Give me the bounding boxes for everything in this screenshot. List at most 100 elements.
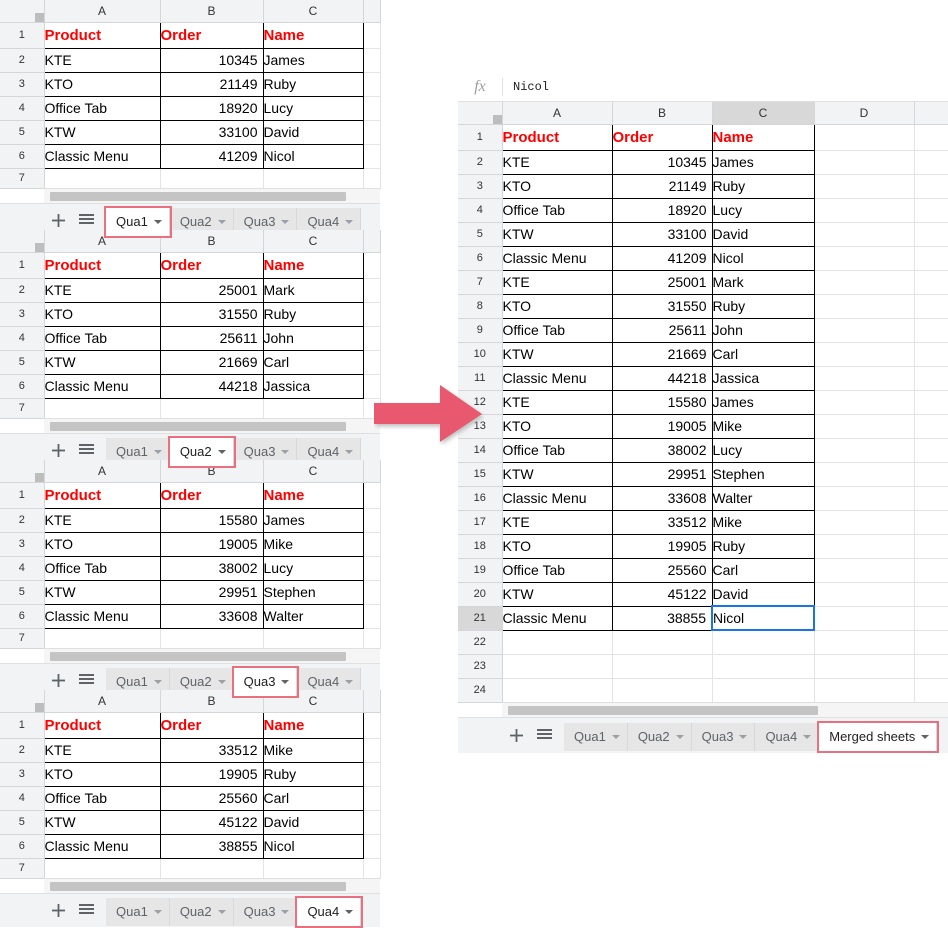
cell-d7[interactable] bbox=[363, 628, 380, 648]
cell-b7[interactable] bbox=[160, 168, 263, 188]
cell-d24[interactable] bbox=[814, 678, 914, 702]
cell-a6[interactable]: Classic Menu bbox=[44, 374, 160, 398]
cell-d4[interactable] bbox=[363, 786, 380, 810]
table-row[interactable]: 17KTE33512Mike bbox=[458, 510, 948, 534]
cell-d13[interactable] bbox=[814, 414, 914, 438]
cell-c1[interactable]: Name bbox=[712, 124, 814, 150]
sheet-tab-qua4[interactable]: Qua4 bbox=[755, 723, 819, 751]
cell-c5[interactable]: David bbox=[712, 222, 814, 246]
table-row[interactable]: 3KTO31550Ruby bbox=[0, 302, 380, 326]
cell-c9[interactable]: John bbox=[712, 318, 814, 342]
cell-e23[interactable] bbox=[914, 654, 948, 678]
cell-c11[interactable]: Jassica bbox=[712, 366, 814, 390]
column-header-e-partial[interactable] bbox=[914, 102, 948, 124]
row-header[interactable]: 1 bbox=[458, 124, 502, 150]
cell-d7[interactable] bbox=[363, 858, 380, 878]
table-row[interactable]: 2KTE10345James bbox=[0, 48, 380, 72]
row-header[interactable]: 7 bbox=[0, 628, 44, 648]
cell-c14[interactable]: Lucy bbox=[712, 438, 814, 462]
cell-e20[interactable] bbox=[914, 582, 948, 606]
cell-c22[interactable] bbox=[712, 630, 814, 654]
row-header[interactable]: 20 bbox=[458, 582, 502, 606]
column-header-a[interactable]: A bbox=[44, 0, 160, 22]
cell-a16[interactable]: Classic Menu bbox=[502, 486, 612, 510]
cell-a1[interactable]: Product bbox=[502, 124, 612, 150]
table-row[interactable]: 6Classic Menu38855Nicol bbox=[0, 834, 380, 858]
cell-d2[interactable] bbox=[363, 278, 380, 302]
row-header[interactable]: 3 bbox=[458, 174, 502, 198]
row-header[interactable]: 8 bbox=[458, 294, 502, 318]
cell-a5[interactable]: KTW bbox=[502, 222, 612, 246]
cell-a23[interactable] bbox=[502, 654, 612, 678]
cell-a12[interactable]: KTE bbox=[502, 390, 612, 414]
table-row[interactable]: 2KTE10345James bbox=[458, 150, 948, 174]
chevron-down-icon[interactable] bbox=[676, 735, 684, 739]
sheet-tab-qua1[interactable]: Qua1 bbox=[106, 208, 170, 236]
table-row[interactable]: 1ProductOrderName bbox=[458, 124, 948, 150]
cell-d3[interactable] bbox=[814, 174, 914, 198]
cell-e6[interactable] bbox=[914, 246, 948, 270]
cell-a1[interactable]: Product bbox=[44, 712, 160, 738]
cell-b5[interactable]: 33100 bbox=[612, 222, 712, 246]
spreadsheet-grid[interactable]: ABC1ProductOrderName2KTE10345James3KTO21… bbox=[0, 0, 381, 189]
row-header[interactable]: 21 bbox=[458, 606, 502, 630]
cell-c7[interactable] bbox=[263, 628, 363, 648]
table-row[interactable]: 10KTW21669Carl bbox=[458, 342, 948, 366]
row-header[interactable]: 2 bbox=[458, 150, 502, 174]
row-header[interactable]: 7 bbox=[0, 168, 44, 188]
table-row[interactable]: 7KTE25001Mark bbox=[458, 270, 948, 294]
column-header-c[interactable]: C bbox=[712, 102, 814, 124]
cell-a21[interactable]: Classic Menu bbox=[502, 606, 612, 630]
cell-c6[interactable]: Jassica bbox=[263, 374, 363, 398]
cell-d5[interactable] bbox=[363, 580, 380, 604]
cell-b7[interactable] bbox=[160, 398, 263, 418]
cell-c6[interactable]: Nicol bbox=[712, 246, 814, 270]
table-row[interactable]: 8KTO31550Ruby bbox=[458, 294, 948, 318]
row-header[interactable]: 7 bbox=[0, 398, 44, 418]
cell-d12[interactable] bbox=[814, 390, 914, 414]
select-all-corner[interactable] bbox=[0, 230, 44, 252]
chevron-down-icon[interactable] bbox=[154, 450, 162, 454]
cell-a2[interactable]: KTE bbox=[44, 278, 160, 302]
cell-a5[interactable]: KTW bbox=[44, 120, 160, 144]
column-header-b[interactable]: B bbox=[160, 230, 263, 252]
chevron-down-icon[interactable] bbox=[921, 735, 929, 739]
cell-c2[interactable]: James bbox=[263, 508, 363, 532]
chevron-down-icon[interactable] bbox=[345, 220, 353, 224]
horizontal-scrollbar[interactable] bbox=[44, 418, 380, 434]
cell-b4[interactable]: 25611 bbox=[160, 326, 263, 350]
table-row[interactable]: 16Classic Menu33608Walter bbox=[458, 486, 948, 510]
table-row[interactable]: 7 bbox=[0, 398, 380, 418]
cell-a6[interactable]: Classic Menu bbox=[502, 246, 612, 270]
cell-a2[interactable]: KTE bbox=[44, 48, 160, 72]
cell-d3[interactable] bbox=[363, 532, 380, 556]
cell-d16[interactable] bbox=[814, 486, 914, 510]
cell-c12[interactable]: James bbox=[712, 390, 814, 414]
sheet-tab-qua1[interactable]: Qua1 bbox=[564, 723, 628, 751]
cell-d10[interactable] bbox=[814, 342, 914, 366]
cell-c15[interactable]: Stephen bbox=[712, 462, 814, 486]
cell-d4[interactable] bbox=[363, 556, 380, 580]
cell-c23[interactable] bbox=[712, 654, 814, 678]
cell-d5[interactable] bbox=[363, 810, 380, 834]
cell-c4[interactable]: Lucy bbox=[712, 198, 814, 222]
cell-b22[interactable] bbox=[612, 630, 712, 654]
cell-c7[interactable] bbox=[263, 398, 363, 418]
chevron-down-icon[interactable] bbox=[281, 450, 289, 454]
row-header[interactable]: 3 bbox=[0, 72, 44, 96]
cell-b4[interactable]: 18920 bbox=[612, 198, 712, 222]
chevron-down-icon[interactable] bbox=[345, 450, 353, 454]
row-header[interactable]: 23 bbox=[458, 654, 502, 678]
row-header[interactable]: 9 bbox=[458, 318, 502, 342]
cell-b6[interactable]: 44218 bbox=[160, 374, 263, 398]
cell-c4[interactable]: Lucy bbox=[263, 96, 363, 120]
cell-e10[interactable] bbox=[914, 342, 948, 366]
cell-d4[interactable] bbox=[814, 198, 914, 222]
table-row[interactable]: 9Office Tab25611John bbox=[458, 318, 948, 342]
cell-e12[interactable] bbox=[914, 390, 948, 414]
table-row[interactable]: 3KTO19005Mike bbox=[0, 532, 380, 556]
chevron-down-icon[interactable] bbox=[739, 735, 747, 739]
table-row[interactable]: 4Office Tab18920Lucy bbox=[0, 96, 380, 120]
cell-a4[interactable]: Office Tab bbox=[44, 556, 160, 580]
table-row[interactable]: 1ProductOrderName bbox=[0, 252, 380, 278]
